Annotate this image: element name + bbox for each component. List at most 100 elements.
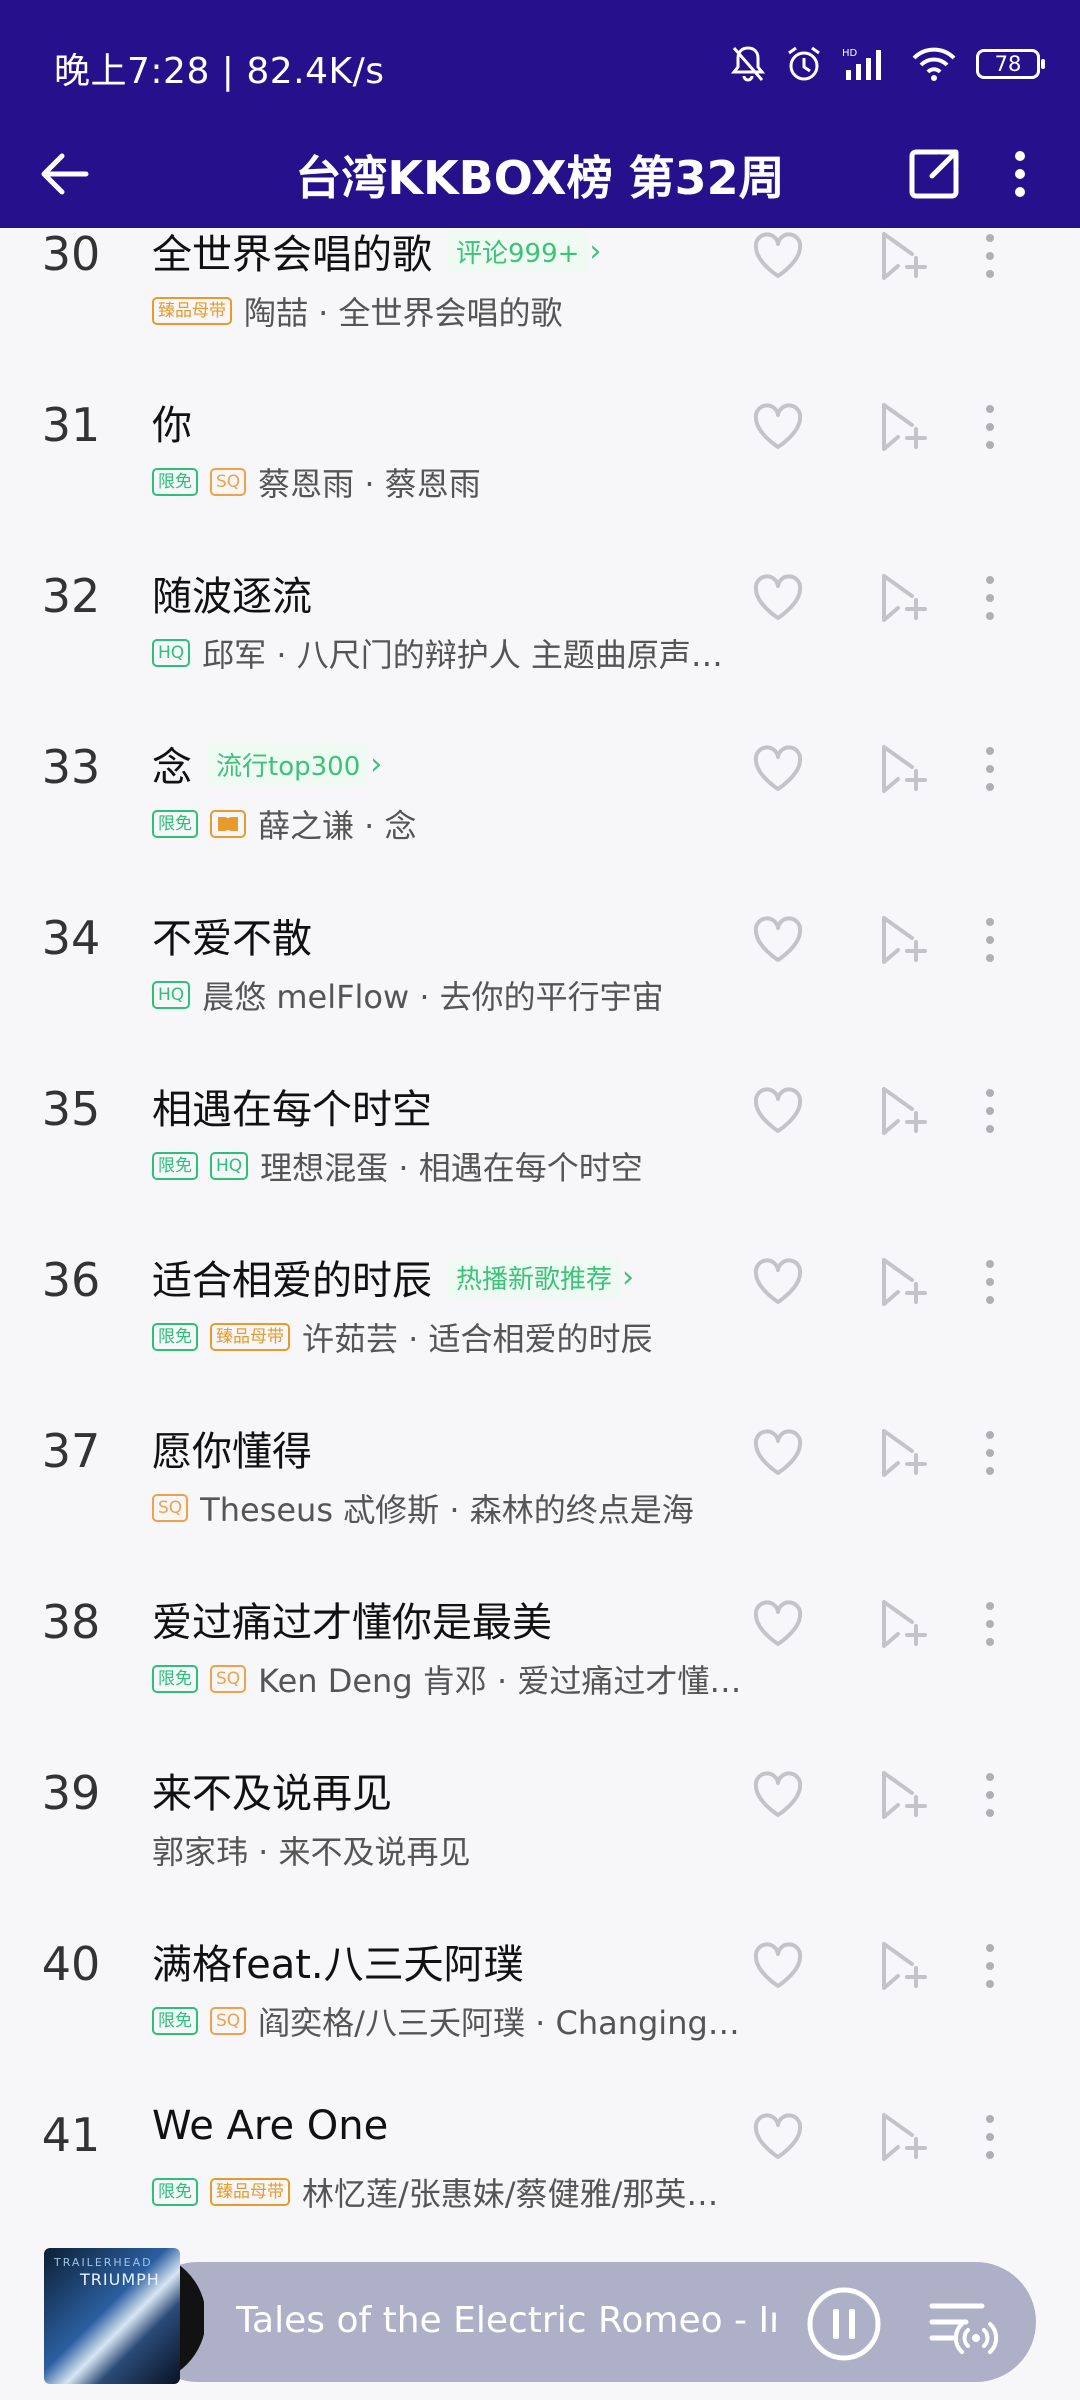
like-button[interactable] (746, 1592, 810, 1656)
like-button[interactable] (746, 908, 810, 972)
song-promo-tag[interactable]: 热播新歌推荐 (448, 1256, 621, 1298)
quality-badge: SQ (210, 468, 247, 496)
svg-text:HD: HD (842, 48, 858, 59)
song-row[interactable]: 33 念流行top300 › 限免 薛之谦 · 念 (0, 711, 1080, 882)
like-button[interactable] (746, 2105, 810, 2169)
signal-icon: HD (842, 46, 892, 82)
alarm-icon (784, 44, 824, 84)
song-artist: Ken Deng 肯邓 · 爱过痛过才懂… (258, 1662, 742, 1700)
song-more-button[interactable] (970, 1934, 1010, 1998)
like-button[interactable] (746, 228, 810, 288)
add-to-playlist-button[interactable] (870, 228, 934, 288)
add-to-playlist-icon (882, 1942, 927, 1990)
dolby-badge-icon (210, 810, 246, 838)
status-bar: 晚上7:28 | 82.4K/s HD 78 (0, 0, 1080, 130)
add-to-playlist-icon (882, 1087, 927, 1135)
song-artist: 晨悠 melFlow · 去你的平行宇宙 (202, 978, 664, 1016)
add-to-playlist-icon (882, 745, 927, 793)
add-to-playlist-button[interactable] (870, 737, 934, 801)
song-more-button[interactable] (970, 395, 1010, 459)
share-button[interactable] (898, 138, 970, 210)
song-subtitle-line: 限免 SQ 阎奕格/八三夭阿璞 · Changing… (152, 1998, 740, 2044)
quality-badge: HQ (152, 639, 191, 667)
heart-icon (753, 2113, 803, 2159)
song-title: 爱过痛过才懂你是最美 (152, 1600, 552, 1646)
song-artist: Theseus 忒修斯 · 森林的终点是海 (200, 1491, 694, 1529)
song-row[interactable]: 37 愿你懂得 SQ Theseus 忒修斯 · 森林的终点是海 (0, 1395, 1080, 1566)
song-more-button[interactable] (970, 1592, 1010, 1656)
song-rank: 31 (41, 398, 101, 452)
more-vertical-icon (986, 234, 994, 278)
song-row[interactable]: 30 全世界会唱的歌 评论999+ › 臻品母带 陶喆 · 全世界会唱的歌 (0, 228, 1080, 369)
like-button[interactable] (746, 395, 810, 459)
like-button[interactable] (746, 1421, 810, 1485)
quality-badge: SQ (210, 1665, 247, 1693)
song-more-button[interactable] (970, 908, 1010, 972)
quality-badge: 限免 (152, 810, 198, 838)
song-more-button[interactable] (970, 566, 1010, 630)
add-to-playlist-icon (882, 2113, 927, 2161)
song-subtitle-line: SQ Theseus 忒修斯 · 森林的终点是海 (152, 1485, 694, 1531)
song-more-button[interactable] (970, 228, 1010, 288)
song-promo-tag[interactable]: 流行top300 (208, 743, 369, 785)
add-to-playlist-button[interactable] (870, 2105, 934, 2169)
song-artist: 郭家玮 · 来不及说再见 (152, 1833, 471, 1871)
add-to-playlist-button[interactable] (870, 395, 934, 459)
pause-button[interactable] (804, 2284, 884, 2364)
song-more-button[interactable] (970, 1250, 1010, 1314)
add-to-playlist-icon (882, 403, 927, 451)
more-button[interactable] (1000, 138, 1040, 210)
like-button[interactable] (746, 1079, 810, 1143)
like-button[interactable] (746, 1763, 810, 1827)
album-cover[interactable]: TRAILERHEAD TRIUMPH (44, 2248, 180, 2384)
song-title: 念 (152, 745, 192, 791)
song-more-button[interactable] (970, 2105, 1010, 2169)
song-more-button[interactable] (970, 1763, 1010, 1827)
playlist-icon (929, 2303, 999, 2354)
quality-badge: 限免 (152, 1665, 198, 1693)
battery-icon: 78 (976, 49, 1045, 79)
song-row[interactable]: 38 爱过痛过才懂你是最美限免 SQ Ken Deng 肯邓 · 爱过痛过才懂… (0, 1566, 1080, 1737)
song-row[interactable]: 36 适合相爱的时辰 热播新歌推荐 › 限免 臻品母带 许茹芸 · 适合相爱的时辰 (0, 1224, 1080, 1395)
song-rank: 30 (41, 228, 101, 281)
song-row[interactable]: 32 随波逐流 HQ 邱军 · 八尺门的辩护人 主题曲原声… (0, 540, 1080, 711)
like-button[interactable] (746, 737, 810, 801)
like-button[interactable] (746, 1250, 810, 1314)
add-to-playlist-button[interactable] (870, 1250, 934, 1314)
song-title-line: 念流行top300 › (152, 735, 382, 793)
playlist-button[interactable] (924, 2288, 999, 2362)
heart-icon (753, 232, 803, 278)
song-row[interactable]: 39 来不及说再见 郭家玮 · 来不及说再见 (0, 1737, 1080, 1908)
add-to-playlist-button[interactable] (870, 1934, 934, 1998)
like-button[interactable] (746, 1934, 810, 1998)
song-subtitle-line: 限免 臻品母带 林忆莲/张惠妹/蔡健雅/那英… (152, 2169, 718, 2215)
more-vertical-icon (986, 1602, 994, 1646)
add-to-playlist-button[interactable] (870, 1763, 934, 1827)
add-to-playlist-icon (882, 232, 927, 280)
like-button[interactable] (746, 566, 810, 630)
song-row[interactable]: 41 We Are One 限免 臻品母带 林忆莲/张惠妹/蔡健雅/那英… (0, 2079, 1080, 2250)
now-playing-title[interactable]: Tales of the Electric Romeo - Imr (236, 2300, 776, 2341)
chevron-right-icon: › (589, 233, 602, 269)
song-row[interactable]: 35 相遇在每个时空 限免 HQ 理想混蛋 · 相遇在每个时空 (0, 1053, 1080, 1224)
song-more-button[interactable] (970, 737, 1010, 801)
song-more-button[interactable] (970, 1079, 1010, 1143)
chevron-right-icon: › (370, 746, 383, 782)
song-promo-tag[interactable]: 评论999+ (448, 230, 588, 272)
add-to-playlist-button[interactable] (870, 1592, 934, 1656)
song-title: 来不及说再见 (152, 1771, 392, 1817)
song-row[interactable]: 34 不爱不散 HQ 晨悠 melFlow · 去你的平行宇宙 (0, 882, 1080, 1053)
add-to-playlist-button[interactable] (870, 908, 934, 972)
song-more-button[interactable] (970, 1421, 1010, 1485)
song-row[interactable]: 40 满格feat.八三夭阿璞 限免 SQ 阎奕格/八三夭阿璞 · Changing… (0, 1908, 1080, 2079)
bell-off-icon (730, 44, 766, 84)
add-to-playlist-button[interactable] (870, 566, 934, 630)
add-to-playlist-button[interactable] (870, 1421, 934, 1485)
song-row[interactable]: 31 你限免 SQ 蔡恩雨 · 蔡恩雨 (0, 369, 1080, 540)
more-vertical-icon (986, 576, 994, 620)
quality-badge: SQ (152, 1494, 189, 1522)
pause-icon (807, 2287, 881, 2361)
song-rank: 38 (41, 1595, 101, 1649)
share-icon (909, 149, 959, 199)
add-to-playlist-button[interactable] (870, 1079, 934, 1143)
